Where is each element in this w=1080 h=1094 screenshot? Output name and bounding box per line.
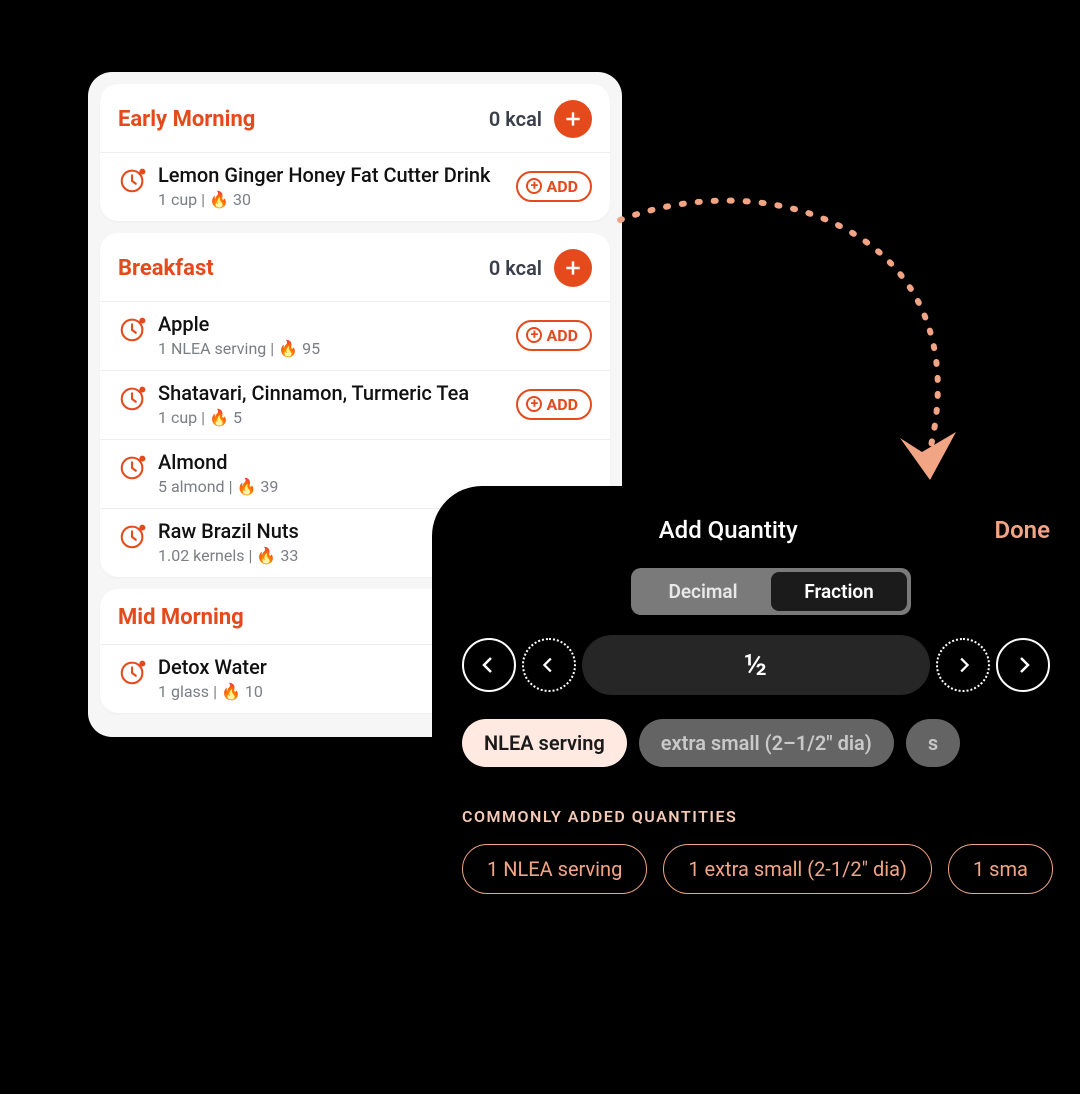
section-title: Early Morning: [118, 107, 489, 132]
add-quantity-sheet: Add Quantity Done Decimal Fraction ½ NLE…: [432, 486, 1080, 1094]
add-item-button[interactable]: +ADD: [516, 389, 592, 420]
add-food-button[interactable]: [554, 100, 592, 138]
clock-icon: [118, 383, 148, 413]
plus-icon: +: [526, 178, 542, 194]
done-button[interactable]: Done: [994, 516, 1050, 544]
number-format-segment: Decimal Fraction: [631, 568, 911, 615]
common-quantities-header: COMMONLY ADDED QUANTITIES: [462, 807, 1080, 826]
unit-chip[interactable]: extra small (2–1/2" dia): [639, 719, 894, 767]
step-big-increase[interactable]: [996, 638, 1050, 692]
food-name: Apple: [158, 312, 516, 337]
section-title: Breakfast: [118, 256, 489, 281]
unit-chip[interactable]: s: [906, 719, 960, 767]
sheet-title: Add Quantity: [659, 516, 798, 544]
food-subtext: 1 NLEA serving | 🔥95: [158, 339, 516, 358]
common-quantities-row: 1 NLEA serving 1 extra small (2-1/2" dia)…: [462, 844, 1080, 894]
food-item[interactable]: Shatavari, Cinnamon, Turmeric Tea 1 cup |…: [100, 370, 610, 439]
food-subtext: 1 cup | 🔥30: [158, 190, 516, 209]
plus-icon: +: [526, 396, 542, 412]
section-kcal: 0 kcal: [489, 256, 542, 280]
section-kcal: 0 kcal: [489, 107, 542, 131]
clock-icon: [118, 314, 148, 344]
flow-arrow: [600, 180, 1060, 500]
clock-icon: [118, 521, 148, 551]
flame-icon: 🔥: [221, 682, 241, 701]
step-big-decrease[interactable]: [462, 638, 516, 692]
clock-icon: [118, 165, 148, 195]
flame-icon: 🔥: [209, 408, 229, 427]
unit-chip[interactable]: NLEA serving: [462, 719, 627, 767]
add-food-button[interactable]: [554, 249, 592, 287]
common-quantity-pill[interactable]: 1 NLEA serving: [462, 844, 647, 894]
food-name: Lemon Ginger Honey Fat Cutter Drink: [158, 163, 516, 188]
plus-icon: +: [526, 327, 542, 343]
flame-icon: 🔥: [236, 477, 256, 496]
flame-icon: 🔥: [278, 339, 298, 358]
add-item-button[interactable]: +ADD: [516, 320, 592, 351]
meal-section: Early Morning0 kcal Lemon Ginger Honey F…: [100, 84, 610, 221]
quantity-value: ½: [582, 635, 930, 695]
unit-chips: NLEA servingextra small (2–1/2" dia)s: [462, 719, 1080, 767]
food-name: Almond: [158, 450, 592, 475]
food-item[interactable]: Lemon Ginger Honey Fat Cutter Drink 1 cup…: [100, 152, 610, 221]
common-quantity-pill[interactable]: 1 extra small (2-1/2" dia): [663, 844, 932, 894]
food-subtext: 1 cup | 🔥5: [158, 408, 516, 427]
flame-icon: 🔥: [209, 190, 229, 209]
add-item-button[interactable]: +ADD: [516, 171, 592, 202]
clock-icon: [118, 657, 148, 687]
food-name: Shatavari, Cinnamon, Turmeric Tea: [158, 381, 516, 406]
clock-icon: [118, 452, 148, 482]
flame-icon: 🔥: [256, 546, 276, 565]
step-small-increase[interactable]: [936, 638, 990, 692]
segment-fraction[interactable]: Fraction: [771, 572, 907, 611]
step-small-decrease[interactable]: [522, 638, 576, 692]
segment-decimal[interactable]: Decimal: [635, 572, 771, 611]
common-quantity-pill[interactable]: 1 sma: [948, 844, 1053, 894]
food-item[interactable]: Apple 1 NLEA serving | 🔥95+ADD: [100, 301, 610, 370]
quantity-stepper: ½: [462, 635, 1080, 719]
